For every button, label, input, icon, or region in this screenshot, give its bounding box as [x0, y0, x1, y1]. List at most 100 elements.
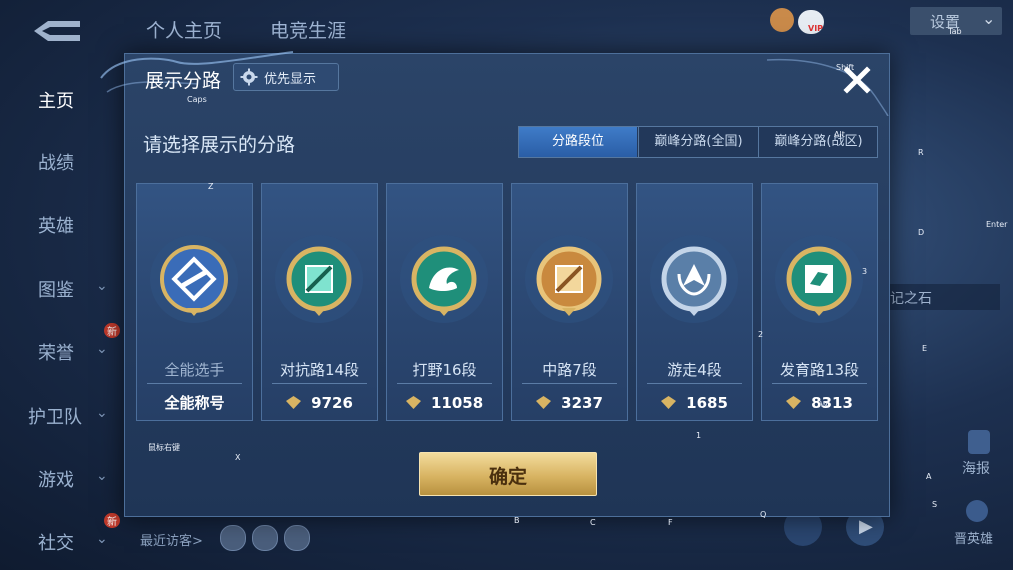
- roam-badge-icon: [650, 235, 738, 323]
- priority-display-button[interactable]: 优先显示: [233, 63, 339, 91]
- poster-button[interactable]: 海报: [960, 430, 1000, 478]
- lane-label: 发育路13段: [779, 361, 860, 379]
- key-hint-c: C: [590, 518, 596, 527]
- key-hint-s: S: [932, 500, 938, 509]
- lane-value-row: 11058: [387, 392, 502, 412]
- confirm-label: 确定: [488, 466, 527, 488]
- rank-points-icon: [536, 396, 552, 409]
- sidebar-item-home[interactable]: 主页: [38, 87, 74, 113]
- key-hint-alt: Alt: [834, 130, 845, 139]
- tab-key-hint: Tab: [948, 27, 962, 36]
- promote-label: 晋英雄: [954, 532, 994, 547]
- key-hint-w: W: [820, 400, 828, 409]
- clash-lane-badge-icon: [275, 235, 363, 323]
- back-icon[interactable]: [30, 18, 84, 44]
- sidebar-item-guard-team[interactable]: 护卫队: [28, 403, 82, 429]
- priority-display-label: 优先显示: [264, 72, 317, 87]
- lane-display-dialog: 展示分路 优先显示 请选择展示的分路 分路段位 巅峰分路(全国) 巅峰分路(战区…: [100, 51, 890, 517]
- sidebar-item-record[interactable]: 战绩: [38, 149, 74, 175]
- new-badge: 新: [104, 323, 120, 338]
- divider: [647, 383, 742, 384]
- lane-value: 全能称号: [164, 394, 225, 412]
- lane-value: 9726: [311, 393, 353, 412]
- key-hint-z: Z: [208, 182, 214, 191]
- chevron-down-icon: ⌄: [96, 341, 108, 357]
- lane-card-roam[interactable]: 游走4段 1685: [636, 183, 753, 421]
- lane-value-row: 1685: [637, 392, 752, 412]
- key-hint-e: E: [922, 344, 928, 353]
- lane-value: 3237: [561, 393, 603, 412]
- lane-label: 全能选手: [164, 361, 225, 379]
- tab-lane-rank[interactable]: 分路段位: [519, 127, 637, 157]
- divider: [397, 383, 492, 384]
- lane-card-all-round[interactable]: 全能选手 全能称号: [136, 183, 253, 421]
- lane-card-mid[interactable]: 中路7段 3237: [511, 183, 628, 421]
- new-badge: 新: [104, 513, 120, 528]
- flame-icon: [966, 500, 988, 522]
- visitor-avatar[interactable]: [220, 525, 246, 551]
- key-hint-caps: Caps: [187, 95, 207, 104]
- rank-points-icon: [661, 396, 677, 409]
- sidebar-item-heroes[interactable]: 英雄: [38, 212, 74, 238]
- tab-personal-home[interactable]: 个人主页: [146, 16, 222, 43]
- lane-label: 游走4段: [667, 361, 722, 379]
- visitor-avatar[interactable]: [252, 525, 278, 551]
- shift-key-hint: Shift: [836, 63, 855, 72]
- sidebar-item-game[interactable]: 游戏: [38, 466, 74, 492]
- tab-esports-career[interactable]: 电竞生涯: [270, 16, 346, 43]
- key-hint-x: X: [235, 453, 241, 462]
- key-hint-q: Q: [760, 510, 767, 519]
- key-hint-a: A: [926, 472, 932, 481]
- mid-lane-badge-icon: [525, 235, 613, 323]
- key-hint-d: D: [918, 228, 925, 237]
- sidebar: 主页 战绩 英雄 图鉴 ⌄ 荣誉 ⌄ 新 护卫队 ⌄ 游戏 ⌄ 社交 ⌄ 新: [0, 60, 120, 570]
- divider: [272, 383, 367, 384]
- vip-avatar[interactable]: VIP: [770, 8, 830, 36]
- lane-card-jungle[interactable]: 打野16段 11058: [386, 183, 503, 421]
- lane-tabs: 分路段位 巅峰分路(全国) 巅峰分路(战区): [518, 126, 878, 158]
- promote-hero-button[interactable]: 晋英雄: [954, 500, 1004, 548]
- lane-card-farm[interactable]: 发育路13段 8313: [761, 183, 878, 421]
- visitor-avatar[interactable]: [284, 525, 310, 551]
- sidebar-item-social[interactable]: 社交: [38, 529, 74, 555]
- gear-icon: [240, 68, 258, 86]
- lane-card-clash[interactable]: 对抗路14段 9726: [261, 183, 378, 421]
- farm-lane-badge-icon: [775, 235, 863, 323]
- stone-label: 记之石: [890, 291, 932, 307]
- rank-points-icon: [786, 396, 802, 409]
- tab-peak-lane-national[interactable]: 巅峰分路(全国): [638, 127, 758, 157]
- dialog-title: 展示分路: [145, 70, 222, 92]
- lane-value: 8313: [811, 393, 853, 412]
- select-lane-subtitle: 请选择展示的分路: [143, 134, 296, 156]
- sidebar-item-codex[interactable]: 图鉴: [38, 276, 74, 302]
- tab-peak-lane-region[interactable]: 巅峰分路(战区): [758, 127, 878, 157]
- key-hint-r: R: [918, 148, 924, 157]
- stone-button[interactable]: 记之石: [880, 284, 1000, 310]
- recent-visitors-link[interactable]: 最近访客>: [140, 530, 203, 549]
- rank-points-icon: [286, 396, 302, 409]
- confirm-button[interactable]: 确定: [419, 452, 597, 496]
- lane-value-row: 9726: [262, 392, 377, 412]
- divider: [522, 383, 617, 384]
- lane-label: 对抗路14段: [279, 361, 360, 379]
- lane-value-row: 全能称号: [137, 392, 252, 412]
- key-hint-mouse-right: 鼠标右键: [148, 443, 180, 452]
- lane-value: 11058: [430, 393, 484, 412]
- lane-label: 中路7段: [542, 361, 597, 379]
- key-hint-f: F: [668, 518, 673, 527]
- lane-value: 1685: [686, 393, 728, 412]
- jungle-badge-icon: [400, 235, 488, 323]
- key-hint-b: B: [514, 516, 520, 525]
- lane-label: 打野16段: [412, 361, 477, 379]
- key-hint-3: 3: [862, 267, 868, 276]
- chevron-down-icon: ⌄: [96, 531, 108, 547]
- sidebar-item-honor[interactable]: 荣誉: [38, 339, 74, 365]
- play-icon: ▶: [859, 516, 873, 537]
- chevron-down-icon: ⌄: [96, 405, 108, 421]
- key-hint-2: 2: [758, 330, 764, 339]
- key-hint-1: 1: [696, 431, 702, 440]
- chevron-down-icon: ⌄: [982, 9, 996, 28]
- rank-points-icon: [405, 396, 421, 409]
- divider: [147, 383, 242, 384]
- chevron-down-icon: ⌄: [96, 278, 108, 294]
